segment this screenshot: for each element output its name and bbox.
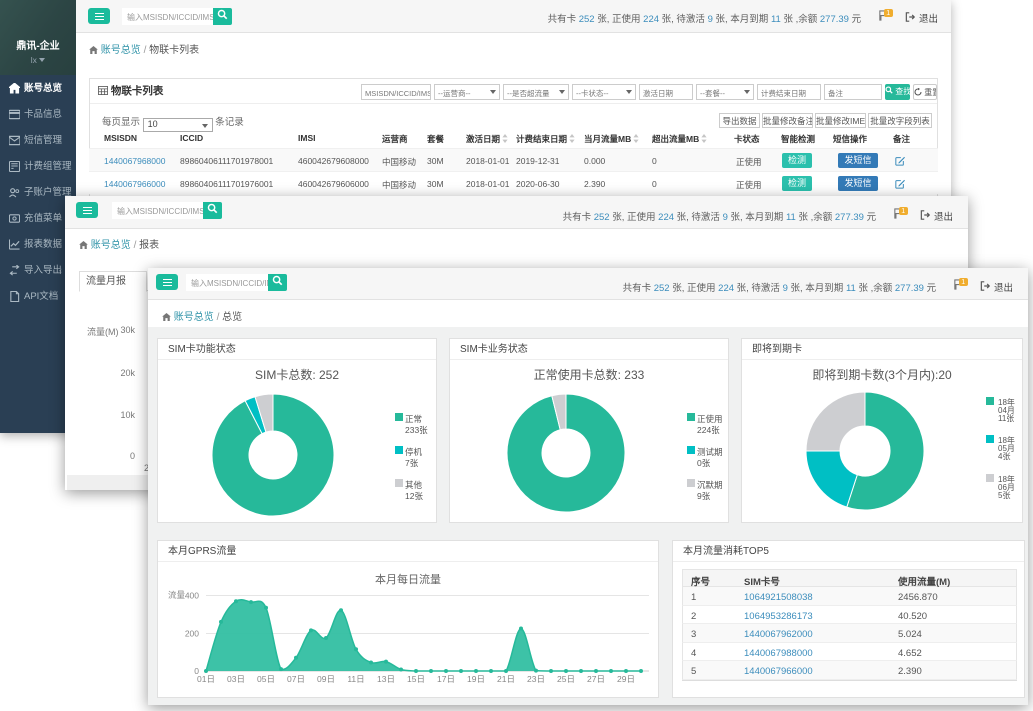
- svg-text:23日: 23日: [527, 674, 545, 684]
- svg-text:05日: 05日: [257, 674, 275, 684]
- svg-text:25日: 25日: [557, 674, 575, 684]
- svg-text:29日: 29日: [617, 674, 635, 684]
- svg-text:15日: 15日: [407, 674, 425, 684]
- svg-text:19日: 19日: [467, 674, 485, 684]
- svg-text:03日: 03日: [227, 674, 245, 684]
- svg-text:07日: 07日: [287, 674, 305, 684]
- svg-text:09日: 09日: [317, 674, 335, 684]
- svg-text:01日: 01日: [197, 674, 215, 684]
- svg-text:400: 400: [185, 591, 199, 601]
- svg-text:13日: 13日: [377, 674, 395, 684]
- svg-text:11日: 11日: [347, 674, 364, 684]
- svg-text:27日: 27日: [587, 674, 605, 684]
- svg-text:21日: 21日: [497, 674, 515, 684]
- svg-text:200: 200: [185, 629, 199, 639]
- svg-text:17日: 17日: [437, 674, 455, 684]
